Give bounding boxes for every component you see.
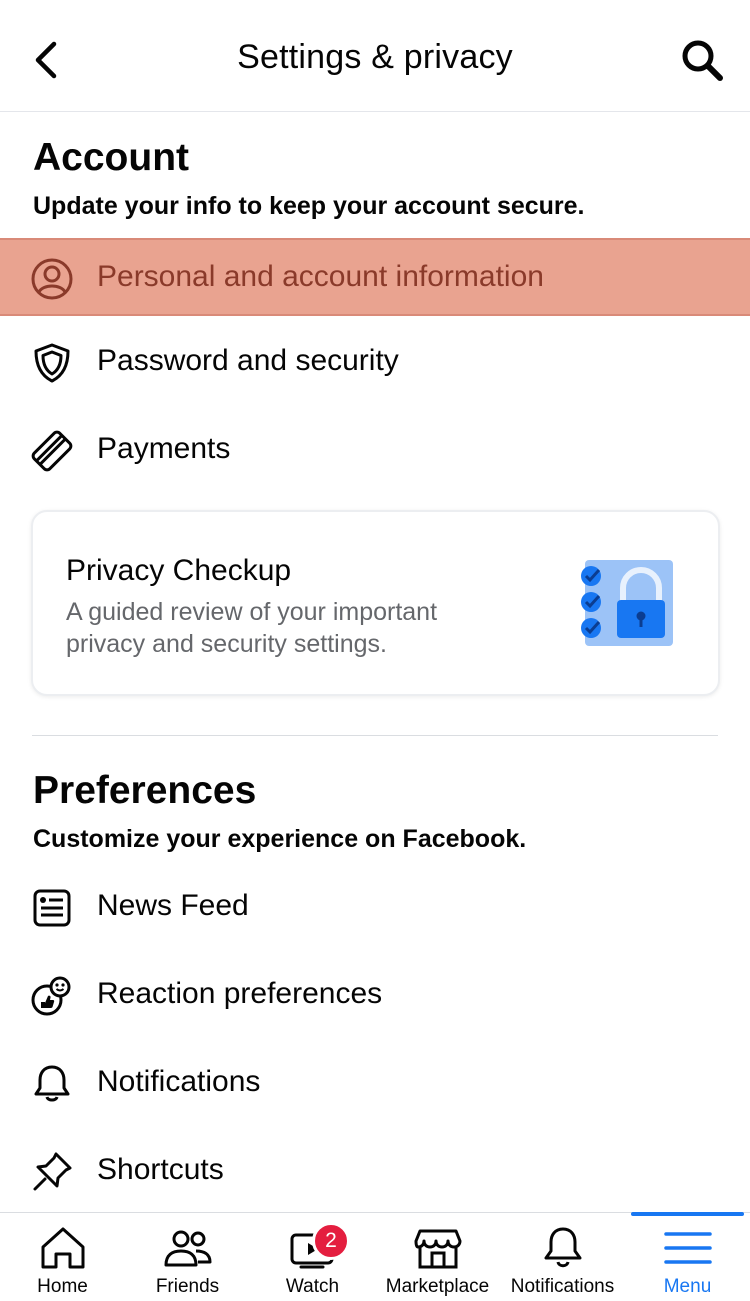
tab-home-label: Home <box>37 1276 88 1297</box>
top-bar: Settings & privacy <box>0 0 750 112</box>
reaction-preferences-item[interactable]: Reaction preferences <box>0 957 750 1035</box>
bell-icon <box>544 1227 582 1268</box>
privacy-checkup-title: Privacy Checkup <box>66 554 292 587</box>
account-subtitle: Update your info to keep your account se… <box>33 192 585 220</box>
menu-icon <box>664 1232 712 1264</box>
lock-checklist-icon <box>581 560 673 646</box>
tab-marketplace-label: Marketplace <box>385 1276 490 1297</box>
privacy-checkup-card[interactable]: Privacy Checkup A guided review of your … <box>31 510 720 696</box>
home-icon <box>41 1227 85 1269</box>
marketplace-icon <box>414 1229 462 1269</box>
payments-item[interactable]: Payments <box>0 412 750 490</box>
search-icon[interactable] <box>678 36 726 84</box>
preferences-subtitle: Customize your experience on Facebook. <box>33 825 527 853</box>
pin-icon <box>33 1152 72 1191</box>
tab-menu[interactable]: Menu <box>625 1212 750 1301</box>
tab-marketplace[interactable]: Marketplace <box>375 1213 500 1301</box>
news-feed-icon <box>33 889 71 927</box>
tab-notifications-label: Notifications <box>510 1276 615 1297</box>
notifications-label: Notifications <box>97 1065 261 1098</box>
active-tab-indicator <box>631 1212 744 1216</box>
tab-friends[interactable]: Friends <box>125 1213 250 1301</box>
bell-icon <box>34 1065 70 1102</box>
tab-friends-label: Friends <box>155 1276 220 1297</box>
tab-watch-label: Watch <box>285 1276 340 1297</box>
user-circle-icon <box>31 258 73 300</box>
section-divider <box>32 735 718 736</box>
password-security-item[interactable]: Password and security <box>0 324 750 402</box>
news-feed-label: News Feed <box>97 889 249 922</box>
notifications-item[interactable]: Notifications <box>0 1045 750 1123</box>
shortcuts-item[interactable]: Shortcuts <box>0 1133 750 1211</box>
reaction-icon <box>31 976 71 1016</box>
tab-watch[interactable]: Watch <box>250 1213 375 1301</box>
news-feed-item[interactable]: News Feed <box>0 869 750 947</box>
friends-icon <box>164 1230 212 1267</box>
page-title: Settings & privacy <box>237 38 513 76</box>
personal-account-info-item[interactable]: Personal and account information <box>0 238 750 316</box>
tab-menu-label: Menu <box>663 1276 712 1297</box>
credit-card-icon <box>31 430 73 472</box>
shortcuts-label: Shortcuts <box>97 1153 224 1186</box>
privacy-checkup-description: A guided review of your important privac… <box>66 598 438 658</box>
tab-home[interactable]: Home <box>0 1213 125 1301</box>
personal-account-info-label: Personal and account information <box>97 260 544 293</box>
payments-label: Payments <box>97 432 231 465</box>
watch-notification-badge: 2 <box>312 1222 350 1260</box>
reaction-preferences-label: Reaction preferences <box>97 977 383 1010</box>
account-heading: Account <box>33 136 189 179</box>
preferences-heading: Preferences <box>33 769 257 812</box>
password-security-label: Password and security <box>97 344 399 377</box>
shield-icon <box>34 343 70 383</box>
bottom-tab-bar: Home Friends Watch 2 Marketplace Notific… <box>0 1212 750 1301</box>
tab-notifications[interactable]: Notifications <box>500 1213 625 1301</box>
